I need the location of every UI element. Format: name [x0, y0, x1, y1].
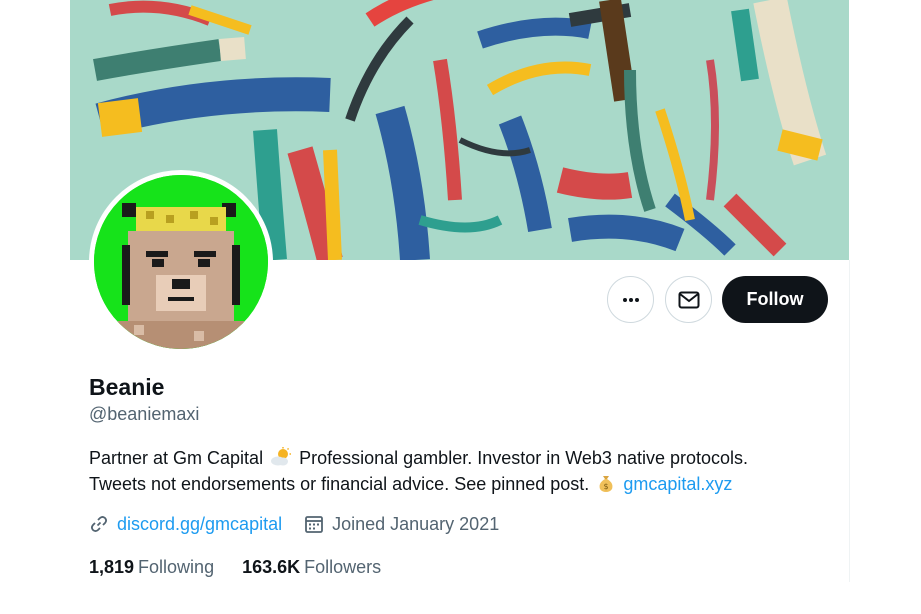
bio-text-gambler: Professional gambler. Investor in Web3 n… — [299, 448, 749, 468]
joined-item: Joined January 2021 — [304, 514, 499, 535]
website-item: discord.gg/gmcapital — [89, 514, 282, 535]
bio-line-1: Partner at Gm Capital Professional gambl… — [89, 445, 829, 471]
pixel-bear-icon — [94, 175, 268, 349]
bio-line-2: Tweets not endorsements or financial adv… — [89, 471, 829, 497]
profile-handle: @beaniemaxi — [89, 404, 200, 424]
profile-avatar[interactable] — [89, 170, 273, 354]
website-link[interactable]: discord.gg/gmcapital — [117, 514, 282, 535]
money-bag-icon: $ — [599, 476, 613, 492]
profile-meta-row: discord.gg/gmcapital Joined January 2021 — [89, 512, 521, 536]
envelope-icon — [678, 291, 699, 308]
following-count: 1,819 — [89, 556, 135, 577]
calendar-icon — [305, 516, 323, 533]
more-horizontal-icon — [622, 297, 639, 302]
link-icon — [91, 516, 107, 532]
more-options-button[interactable] — [607, 276, 654, 323]
avatar-pixel-art — [94, 175, 268, 349]
bio-link-gmcapital[interactable]: gmcapital.xyz — [623, 474, 732, 494]
bio-text-partner: Partner at Gm Capital — [89, 448, 264, 468]
followers-stat[interactable]: 163.6K Followers — [242, 557, 381, 578]
followers-count: 163.6K — [242, 556, 301, 577]
svg-text:$: $ — [604, 482, 609, 491]
following-label: Following — [138, 556, 215, 577]
followers-label: Followers — [304, 556, 382, 577]
profile-page: Follow Beanie @beaniemaxi Partner at Gm … — [0, 0, 921, 614]
bio-text-disclaimer: Tweets not endorsements or financial adv… — [89, 474, 590, 494]
joined-date: Joined January 2021 — [332, 513, 500, 534]
profile-bio: Partner at Gm Capital Professional gambl… — [89, 445, 829, 497]
sun-behind-cloud-icon — [271, 447, 292, 466]
card-divider — [849, 260, 850, 582]
message-button[interactable] — [665, 276, 712, 323]
profile-display-name: Beanie — [89, 374, 165, 400]
follow-button[interactable]: Follow — [722, 276, 828, 323]
profile-stats: 1,819 Following 163.6K Followers — [89, 555, 409, 579]
following-stat[interactable]: 1,819 Following — [89, 557, 214, 578]
